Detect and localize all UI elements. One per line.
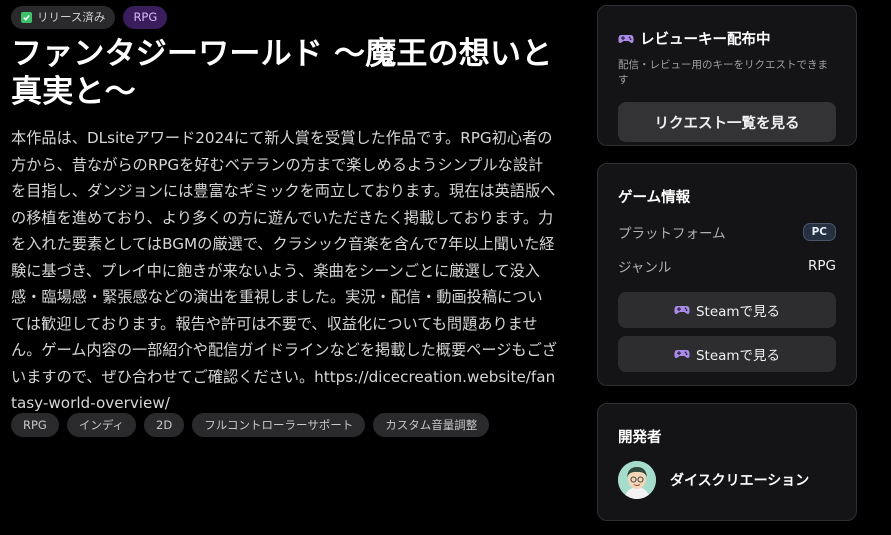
tag-list: RPG インディ 2D フルコントローラーサポート カスタム音量調整: [11, 413, 490, 437]
developer-avatar: [618, 461, 656, 499]
genre-value: RPG: [808, 258, 836, 274]
released-label: リリース済み: [37, 9, 106, 24]
gamepad-icon: [674, 348, 690, 360]
game-info-title: ゲーム情報: [618, 190, 691, 206]
review-key-subtitle: 配信・レビュー用のキーをリクエストできます: [618, 59, 828, 86]
check-icon: [21, 11, 32, 23]
developer-row[interactable]: ダイスクリエーション: [618, 461, 836, 499]
tag-rpg[interactable]: RPG: [11, 413, 59, 437]
review-key-header: レビューキー配布中: [618, 28, 836, 49]
request-list-button[interactable]: リクエスト一覧を見る: [618, 102, 836, 142]
platform-label: プラットフォーム: [618, 226, 726, 242]
badge-row: リリース済み RPG: [11, 5, 557, 29]
gamepad-icon: [674, 304, 690, 316]
steam-button-2-label: Steamで見る: [695, 348, 781, 364]
released-badge: リリース済み: [11, 5, 116, 29]
main-column: リリース済み RPG ファンタジーワールド 〜魔王の想いと真実と〜 本作品は、D…: [11, 5, 557, 417]
developer-name: ダイスクリエーション: [670, 473, 810, 489]
genre-label: ジャンル: [618, 260, 672, 276]
steam-button-2[interactable]: Steamで見る: [618, 336, 836, 372]
tag-indie[interactable]: インディ: [66, 413, 137, 437]
game-description: 本作品は、DLsiteアワード2024にて新人賞を受賞した作品です。RPG初心者…: [11, 129, 557, 412]
genre-row: ジャンル RPG: [618, 254, 836, 278]
tag-2d[interactable]: 2D: [144, 413, 185, 437]
tag-custom-volume[interactable]: カスタム音量調整: [373, 413, 490, 437]
game-info-card: ゲーム情報 プラットフォーム PC ジャンル RPG Steamで見る Stea…: [597, 163, 857, 386]
developer-card: 開発者 ダイスクリエーション: [597, 403, 857, 521]
platform-chip: PC: [802, 223, 836, 241]
platform-row: プラットフォーム PC: [618, 220, 836, 244]
game-title: ファンタジーワールド 〜魔王の想いと真実と〜: [11, 36, 553, 110]
tag-controller-support[interactable]: フルコントローラーサポート: [192, 413, 366, 437]
steam-button-1[interactable]: Steamで見る: [618, 292, 836, 328]
steam-button-1-label: Steamで見る: [695, 304, 781, 320]
gamepad-icon: [618, 33, 634, 45]
developer-title: 開発者: [618, 430, 662, 446]
review-key-title: レビューキー配布中: [640, 32, 771, 48]
review-key-card: レビューキー配布中 配信・レビュー用のキーをリクエストできます リクエスト一覧を…: [597, 5, 857, 146]
genre-badge[interactable]: RPG: [123, 5, 168, 29]
